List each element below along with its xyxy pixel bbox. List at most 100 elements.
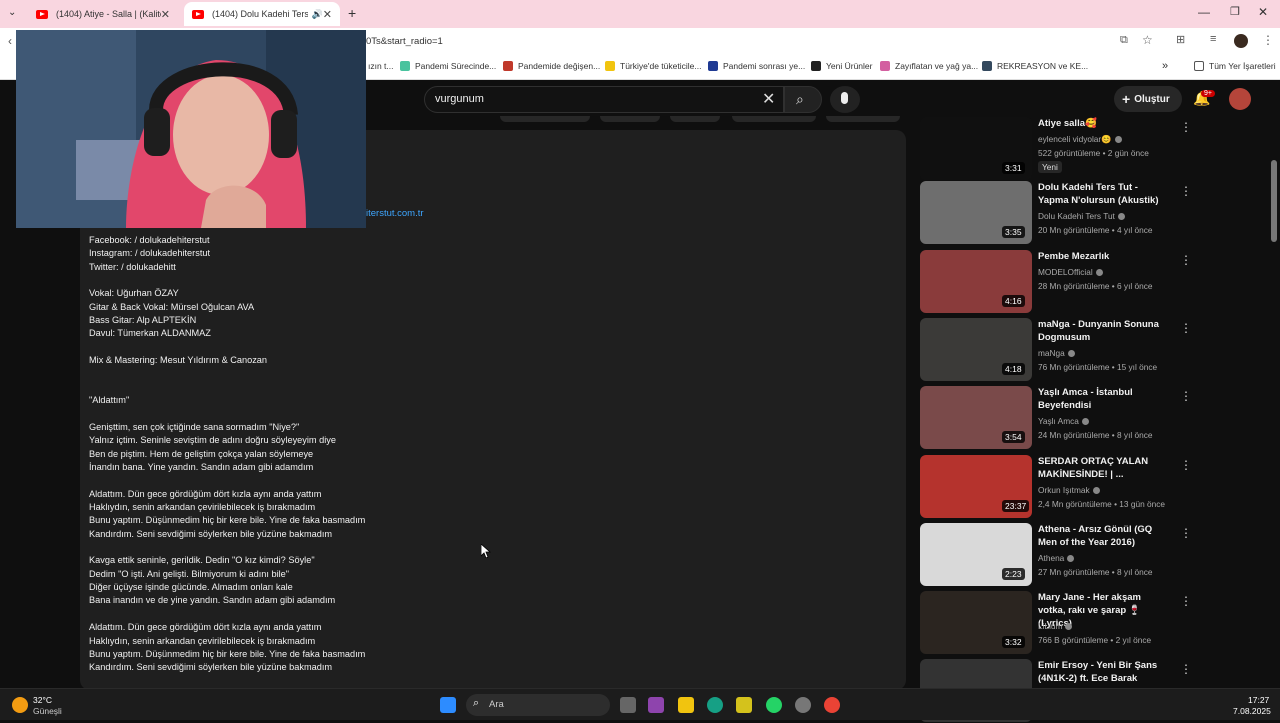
description-line: Yalnız içtim. Seninle seviştim de adını … [89, 435, 336, 446]
bookmark-item[interactable]: Türkiye'de tüketicile... [605, 61, 701, 71]
profile-icon[interactable] [1234, 34, 1248, 48]
chip[interactable] [600, 116, 660, 122]
settings-icon[interactable] [795, 697, 811, 713]
close-icon[interactable]: ✕ [161, 8, 170, 21]
more-options-icon[interactable]: ⋮ [1180, 120, 1192, 134]
channel-name[interactable]: LiLium [1038, 621, 1073, 631]
channel-name[interactable]: Dolu Kadehi Ters Tut [1038, 211, 1125, 221]
whatsapp-icon[interactable] [766, 697, 782, 713]
more-options-icon[interactable]: ⋮ [1180, 594, 1192, 608]
all-bookmarks[interactable]: Tüm Yer İşaretleri [1194, 61, 1276, 71]
chip[interactable] [500, 116, 590, 122]
recommended-video[interactable]: 3:32 Mary Jane - Her akşam votka, rakı ve… [920, 591, 1280, 655]
file-explorer-icon[interactable] [678, 697, 694, 713]
clear-search-icon[interactable]: ✕ [762, 89, 775, 109]
close-icon[interactable]: ✕ [323, 8, 332, 21]
search-button[interactable]: ⌕ [784, 86, 822, 113]
description-line: Bunu yaptım. Düşünmedim hiç bir kere bil… [89, 515, 366, 526]
video-title[interactable]: SERDAR ORTAÇ YALAN MAKİNESİNDE! | ... [1038, 455, 1166, 481]
bookmark-item[interactable]: ızın t... [368, 61, 394, 71]
new-tab-icon[interactable]: + [348, 5, 356, 21]
chip[interactable] [732, 116, 816, 122]
video-meta: 24 Mn görüntüleme • 8 yıl önce [1038, 430, 1153, 440]
more-options-icon[interactable]: ⋮ [1180, 662, 1192, 676]
minimize-icon[interactable]: — [1198, 5, 1210, 19]
channel-name[interactable]: MODELOfficial [1038, 267, 1103, 277]
taskbar-search[interactable]: ⌕ Ara [466, 694, 610, 716]
recommended-video[interactable]: 3:31 Atiye salla🥰 eylenceli vidyolar😊 522 g… [920, 117, 1280, 181]
recommended-video[interactable]: 23:37 SERDAR ORTAÇ YALAN MAKİNESİNDE! | .… [920, 455, 1280, 519]
task-view-icon[interactable] [620, 697, 636, 713]
tab-label: (1404) Atiye - Salla | (Kaliteli Ak [56, 9, 161, 19]
maximize-icon[interactable]: ❐ [1230, 5, 1240, 18]
weather-icon[interactable] [12, 697, 28, 713]
install-icon[interactable]: ⧉ [1120, 34, 1128, 47]
recommended-video[interactable]: 3:54 Yaşlı Amca - İstanbul Beyefendisi Yaş… [920, 386, 1280, 450]
star-icon[interactable]: ☆ [1142, 33, 1153, 47]
avatar[interactable] [1229, 88, 1251, 110]
bookmark-icon [880, 61, 890, 71]
sticky-notes-icon[interactable] [736, 697, 752, 713]
channel-name[interactable]: eylenceli vidyolar😊 [1038, 134, 1122, 145]
video-title[interactable]: Yaşlı Amca - İstanbul Beyefendisi [1038, 386, 1166, 412]
notification-badge: 9+ [1201, 90, 1215, 97]
tab-dolu-kadehi[interactable]: (1404) Dolu Kadehi Ters Tut 🔊 ✕ [184, 2, 340, 26]
description-line: Kandırdım. Seni sevdiğimi söylerken bile… [89, 662, 333, 673]
scrollbar[interactable] [1271, 160, 1277, 242]
windows-start-icon[interactable] [440, 697, 456, 713]
description-line: Bana inandın ve de yine yandın. Sandın a… [89, 595, 336, 606]
recommended-video[interactable]: 4:18 maNga - Dunyanin Sonuna Dogmusum maNg… [920, 318, 1280, 382]
video-title[interactable]: Emir Ersoy - Yeni Bir Şans (4N1K-2) ft. … [1038, 659, 1166, 685]
website-link[interactable]: iterstut.com.tr [366, 208, 424, 219]
menu-icon[interactable]: ⋮ [1262, 33, 1274, 47]
verified-icon [1114, 136, 1122, 144]
recommended-video[interactable]: 3:35 Dolu Kadehi Ters Tut - Yapma N'olurs… [920, 181, 1280, 245]
more-options-icon[interactable]: ⋮ [1180, 526, 1192, 540]
voice-search-button[interactable] [830, 86, 860, 113]
bookmark-item[interactable]: Yeni Ürünler [811, 61, 872, 71]
more-options-icon[interactable]: ⋮ [1180, 389, 1192, 403]
video-title[interactable]: Pembe Mezarlık [1038, 250, 1166, 263]
video-title[interactable]: maNga - Dunyanin Sonuna Dogmusum [1038, 318, 1166, 344]
channel-name[interactable]: Yaşlı Amca [1038, 416, 1089, 426]
channel-name[interactable]: Orkun Işıtmak [1038, 485, 1100, 495]
chip[interactable] [826, 116, 900, 122]
bookmark-item[interactable]: REKREASYON ve KE... [982, 61, 1088, 71]
create-button[interactable]: + Oluştur [1114, 86, 1182, 112]
youtube-icon [36, 9, 48, 19]
bookmark-item[interactable]: Pandemi Sürecinde... [400, 61, 496, 71]
video-meta: 76 Mn görüntüleme • 15 yıl önce [1038, 362, 1158, 372]
channel-name[interactable]: Athena [1038, 553, 1075, 563]
verified-icon [1081, 418, 1089, 426]
bookmark-item[interactable]: Pandemide değişen... [503, 61, 600, 71]
address-bar[interactable]: 0Ts&start_radio=1 [366, 36, 443, 47]
description-line: Gitar & Back Vokal: Mürsel Oğulcan AVA [89, 301, 255, 312]
video-title[interactable]: Dolu Kadehi Ters Tut - Yapma N'olursun (… [1038, 181, 1166, 207]
more-options-icon[interactable]: ⋮ [1180, 184, 1192, 198]
back-icon[interactable]: ‹ [8, 34, 12, 48]
media-icon[interactable]: ≡ [1210, 33, 1216, 45]
recommended-video[interactable]: 4:16 Pembe Mezarlık MODELOfficial 28 Mn gör… [920, 250, 1280, 314]
search-icon: ⌕ [473, 697, 480, 709]
chrome-icon[interactable] [824, 697, 840, 713]
recommended-video[interactable]: 2:23 Athena - Arsız Gönül (GQ Men of the … [920, 523, 1280, 587]
edge-icon[interactable] [707, 697, 723, 713]
more-options-icon[interactable]: ⋮ [1180, 253, 1192, 267]
copilot-icon[interactable] [648, 697, 664, 713]
tab-search-icon[interactable]: ⌄ [8, 7, 16, 18]
description-line: "Aldattım" [89, 395, 130, 406]
channel-name[interactable]: maNga [1038, 348, 1075, 358]
tab-atiye[interactable]: (1404) Atiye - Salla | (Kaliteli Ak ✕ [28, 2, 178, 26]
close-window-icon[interactable]: ✕ [1258, 5, 1268, 19]
bookmark-item[interactable]: Pandemi sonrası ye... [708, 61, 805, 71]
search-input[interactable]: vurgunum [424, 86, 784, 113]
more-options-icon[interactable]: ⋮ [1180, 458, 1192, 472]
more-options-icon[interactable]: ⋮ [1180, 321, 1192, 335]
extensions-icon[interactable]: ⊞ [1176, 33, 1185, 46]
chip[interactable] [670, 116, 720, 122]
video-title[interactable]: Athena - Arsız Gönül (GQ Men of the Year… [1038, 523, 1166, 549]
video-title[interactable]: Atiye salla🥰 [1038, 117, 1166, 130]
bookmark-item[interactable]: Zayıflatan ve yağ ya... [880, 61, 978, 71]
speaker-icon[interactable]: 🔊 [312, 9, 323, 20]
more-bookmarks-icon[interactable]: » [1162, 60, 1168, 72]
